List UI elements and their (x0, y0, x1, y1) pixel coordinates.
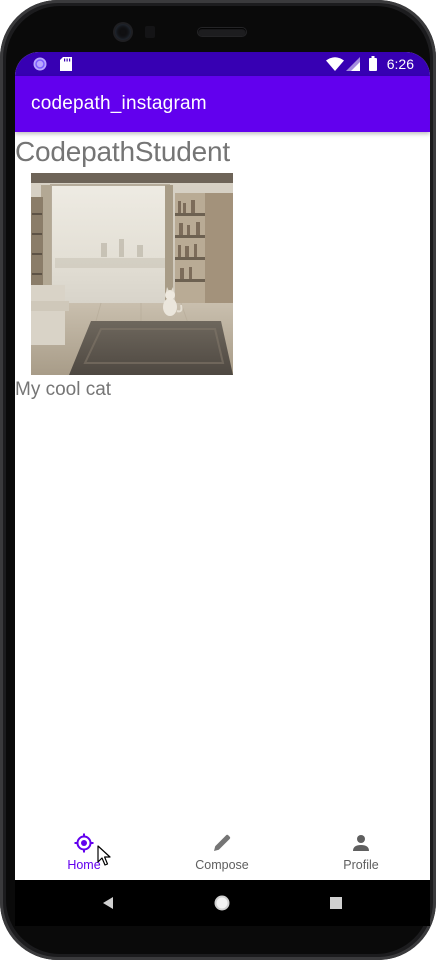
status-time: 6:26 (386, 56, 414, 72)
post-username: CodepathStudent (15, 136, 230, 167)
phone-frame: 6:26 codepath_instagram CodepathStudent (0, 0, 436, 960)
system-navigation-bar (15, 880, 430, 926)
home-target-icon (74, 833, 94, 853)
front-camera-icon (115, 24, 131, 40)
pencil-icon (214, 834, 231, 851)
earpiece-speaker (198, 28, 246, 36)
screen: 6:26 codepath_instagram CodepathStudent (15, 52, 430, 926)
status-bar: 6:26 (15, 52, 430, 76)
app-title: codepath_instagram (31, 93, 207, 114)
sd-card-icon (60, 57, 72, 71)
bottom-navigation: Home Compose Profile (15, 826, 430, 880)
app-notification-icon (33, 57, 47, 71)
nav-item-compose[interactable]: Compose (153, 826, 291, 880)
back-icon[interactable] (98, 893, 118, 913)
cell-signal-icon (346, 57, 360, 71)
home-circle-icon[interactable] (212, 893, 232, 913)
nav-label-compose: Compose (195, 858, 249, 872)
nav-label-profile: Profile (343, 858, 379, 872)
nav-item-home[interactable]: Home (15, 826, 153, 880)
cat-room-photo (31, 173, 233, 375)
wifi-icon (326, 57, 344, 71)
app-toolbar: codepath_instagram (15, 76, 430, 132)
nav-item-profile[interactable]: Profile (292, 826, 430, 880)
battery-icon (369, 56, 377, 71)
person-icon (353, 835, 369, 851)
post-image[interactable] (31, 173, 233, 375)
post-caption: My cool cat (15, 379, 112, 400)
proximity-sensor (145, 26, 155, 38)
nav-label-home: Home (67, 858, 101, 872)
mouse-cursor-icon (97, 845, 111, 866)
recents-square-icon[interactable] (326, 893, 346, 913)
